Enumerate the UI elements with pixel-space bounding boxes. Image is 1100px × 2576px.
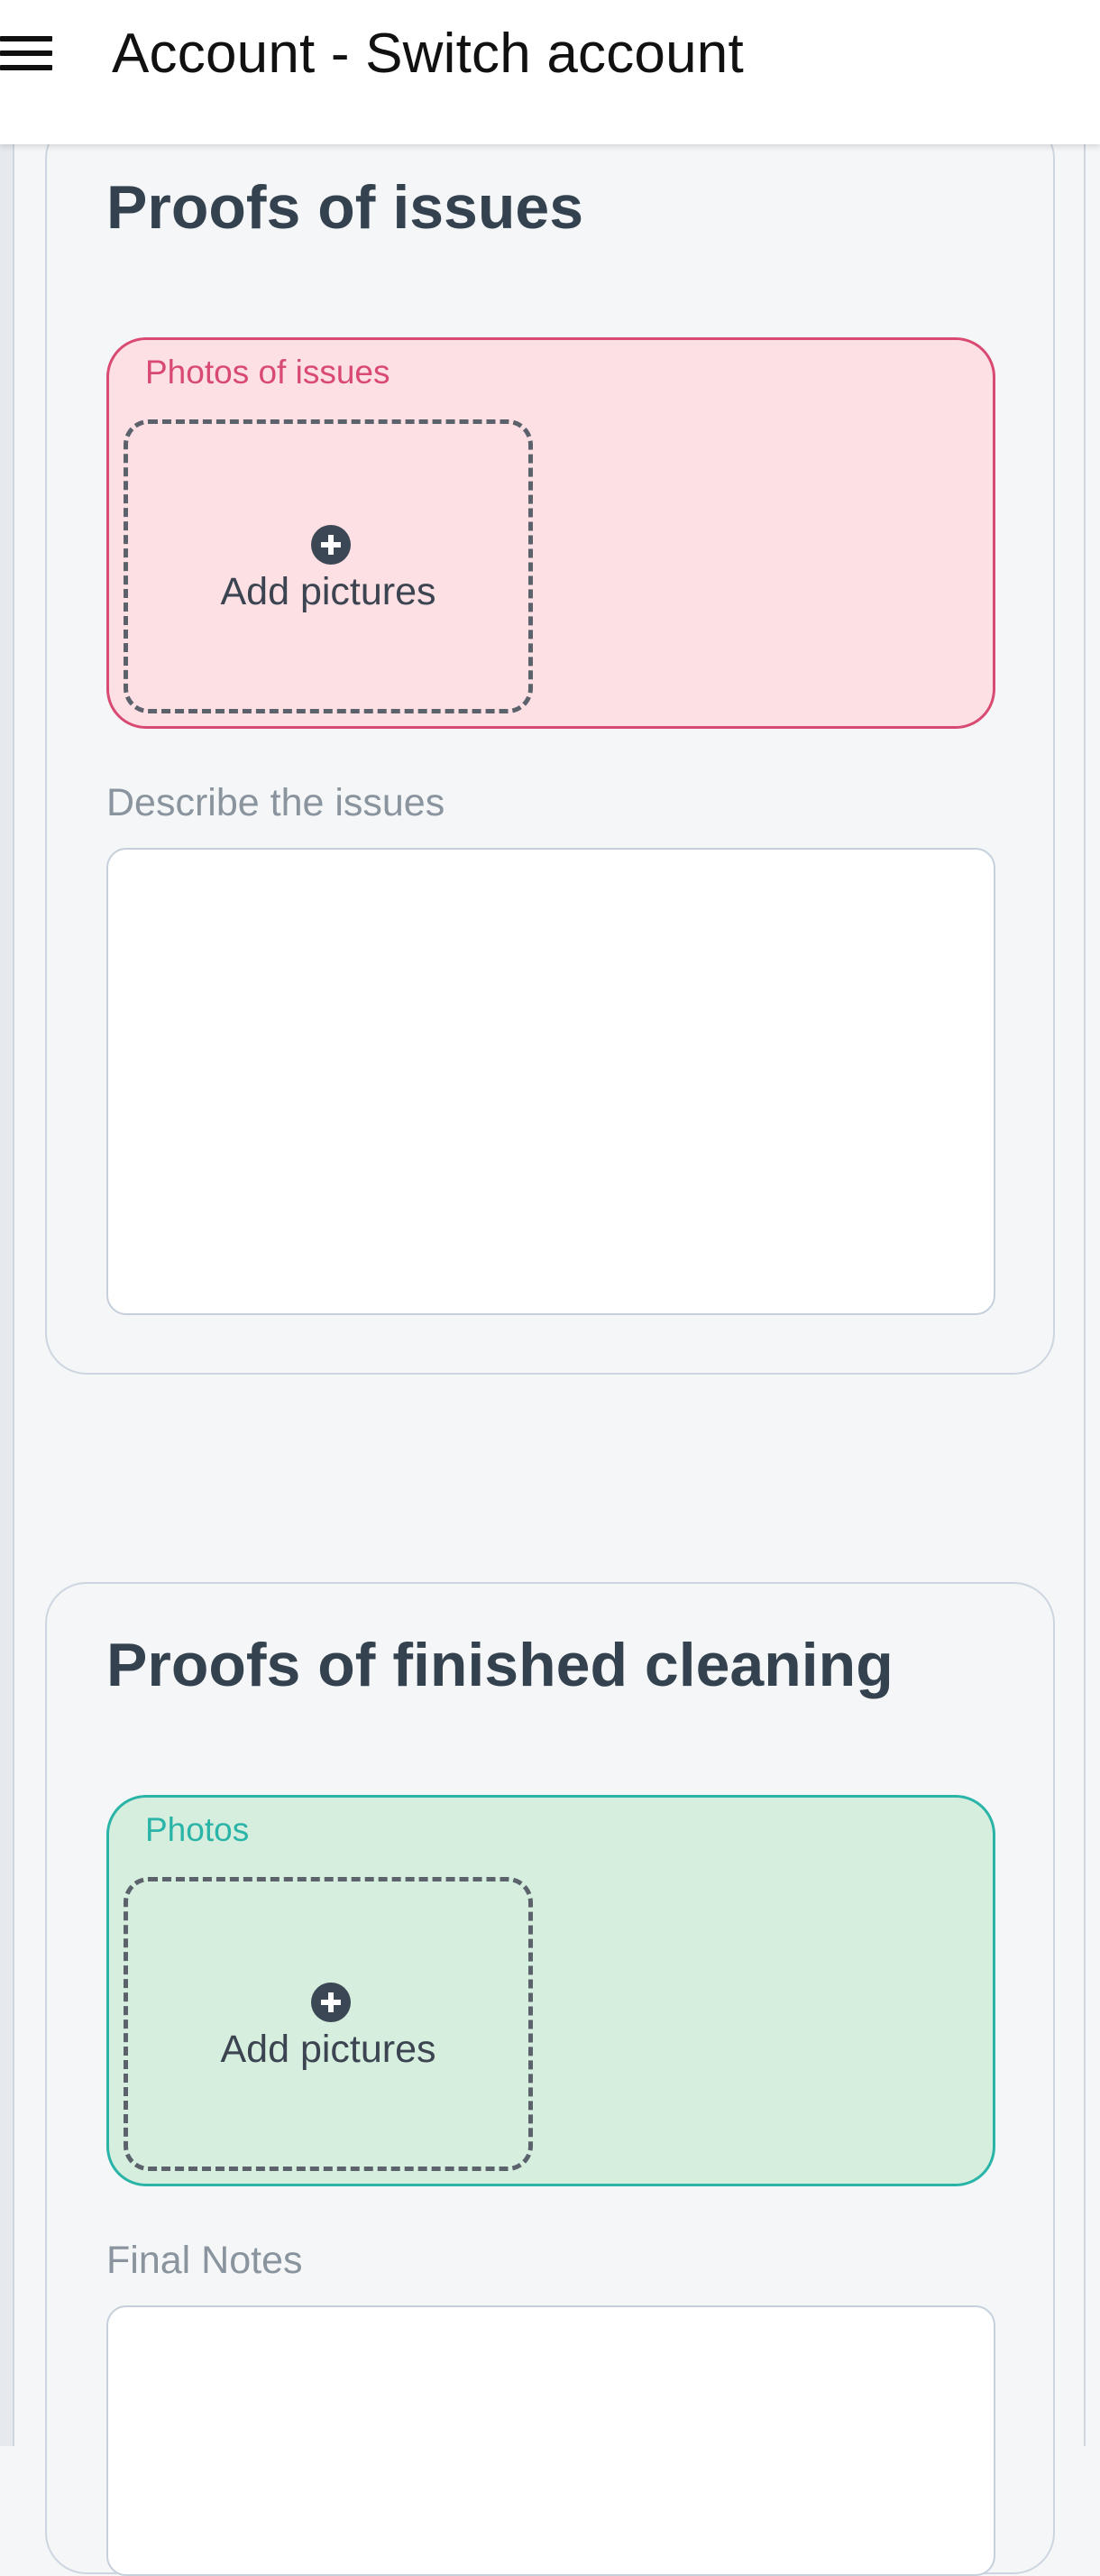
- describe-issues-label: Describe the issues: [106, 781, 445, 824]
- photos-label: Photos: [145, 1811, 250, 1848]
- section-title: Proofs of finished cleaning: [106, 1631, 894, 1699]
- proofs-of-issues-card: Proofs of issues Photos of issues Add pi…: [45, 117, 1055, 1375]
- menu-bar: [0, 65, 52, 70]
- add-pictures-button[interactable]: Add pictures: [124, 1877, 533, 2171]
- plus-circle-icon: [311, 1983, 351, 2022]
- page-edge-left: [0, 144, 14, 2446]
- add-pictures-label: Add pictures: [220, 570, 436, 613]
- section-title: Proofs of issues: [106, 173, 584, 242]
- proofs-of-finished-cleaning-card: Proofs of finished cleaning Photos Add p…: [45, 1582, 1055, 2576]
- app-header: Account - Switch account: [0, 0, 1100, 144]
- add-pictures-label: Add pictures: [220, 2028, 436, 2071]
- plus-circle-icon: [311, 525, 351, 565]
- final-notes-textarea[interactable]: [106, 2305, 995, 2576]
- add-pictures-button[interactable]: Add pictures: [124, 419, 533, 713]
- describe-issues-textarea[interactable]: [106, 848, 995, 1315]
- photos-of-issues-field: Photos of issues Add pictures: [106, 337, 995, 729]
- hamburger-menu-icon[interactable]: [0, 36, 56, 72]
- menu-bar: [0, 36, 52, 41]
- final-notes-label: Final Notes: [106, 2239, 303, 2282]
- photos-label: Photos of issues: [145, 354, 390, 391]
- photos-field: Photos Add pictures: [106, 1795, 995, 2186]
- menu-bar: [0, 51, 52, 56]
- page-title: Account - Switch account: [112, 23, 744, 85]
- page-edge-right: [1084, 144, 1086, 2446]
